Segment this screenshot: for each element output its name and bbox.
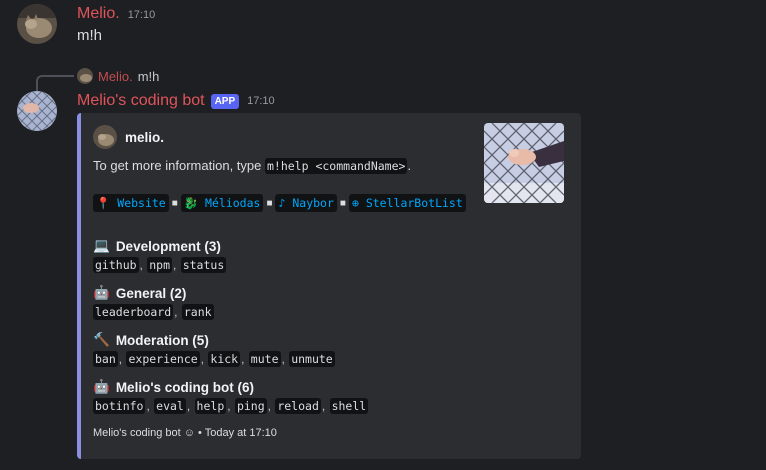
user-avatar[interactable] [17,4,57,44]
description-command: m!help <commandName> [264,158,408,174]
field-commands: leaderboard, rank [93,304,214,320]
field-title: General (2) [115,285,187,301]
command-tag: experience [126,351,200,367]
command-tag: leaderboard [93,304,174,320]
link-meliodas[interactable]: 🐉 Méliodas [180,194,264,212]
link-separator: ■ [266,197,273,209]
link-naybor[interactable]: ♪ Naybor [275,194,337,212]
command-tag: mute [248,351,281,367]
field-general: 🤖 General (2) leaderboard, rank [93,285,214,320]
command-tag: github [93,257,139,273]
embed-footer: Melio's coding bot ☺ • Today at 17:10 [93,427,277,439]
field-title: Moderation (5) [115,332,209,348]
field-bot: 🤖 Melio's coding bot (6) botinfo, eval, h… [93,379,369,414]
message-content: m!h [77,27,103,44]
bot-face-icon: 🤖 [93,379,110,394]
link-separator: ■ [171,197,178,209]
embed-thumbnail[interactable] [484,123,564,203]
message-timestamp: 17:10 [127,9,156,21]
embed-description: To get more information, type m!help <co… [93,158,412,174]
command-tag: help [194,398,227,414]
robot-icon: 🤖 [93,285,110,300]
command-tag: reload [275,398,321,414]
field-commands: github, npm, status [93,257,227,273]
field-commands: ban, experience, kick, mute, unmute [93,351,335,367]
link-label: Naybor [292,196,334,210]
field-development: 💻 Development (3) github, npm, status [93,238,227,273]
field-title: Melio's coding bot (6) [115,379,255,395]
command-tag: status [180,257,227,273]
link-label: Méliodas [205,196,261,210]
reply-connector [36,75,74,91]
field-commands: botinfo, eval, help, ping, reload, shell [93,398,369,414]
command-tag: ban [93,351,118,367]
embed-links: 📍 Website ■ 🐉 Méliodas ■ ♪ Naybor ■ ⊕ St… [93,194,466,212]
embed-author-name: melio. [125,129,165,145]
help-embed: melio. To get more information, type m!h… [77,113,581,459]
field-title: Development (3) [115,238,221,254]
description-suffix: . [407,158,412,173]
command-tag: botinfo [93,398,146,414]
music-note-icon: ♪ [278,196,286,210]
bot-timestamp: 17:10 [247,95,275,107]
command-tag: kick [208,351,241,367]
app-tag: APP [210,93,240,109]
field-moderation: 🔨 Moderation (5) ban, experience, kick, m… [93,332,335,367]
dragon-icon: 🐉 [183,196,199,210]
hammer-icon: 🔨 [93,332,110,347]
reply-avatar [77,68,93,84]
link-stellarbotlist[interactable]: ⊕ StellarBotList [348,194,466,212]
reply-content: m!h [137,68,160,84]
link-label: StellarBotList [365,196,463,210]
command-tag: unmute [289,351,335,367]
laptop-icon: 💻 [93,238,110,253]
command-tag: npm [147,257,173,273]
link-label: Website [117,196,166,210]
bot-username[interactable]: Melio's coding bot [77,92,205,110]
description-text: To get more information, type [93,158,265,173]
reply-preview[interactable]: Melio. m!h [77,68,159,84]
globe-icon: ⊕ [351,196,359,210]
reply-username[interactable]: Melio. [98,69,133,84]
command-tag: eval [154,398,186,414]
command-tag: rank [181,304,214,320]
link-separator: ■ [339,197,346,209]
bot-avatar[interactable] [17,91,57,131]
command-tag: ping [234,398,267,414]
command-tag: shell [329,398,369,414]
pin-icon: 📍 [96,196,111,210]
link-website[interactable]: 📍 Website [93,194,169,212]
embed-author: melio. [93,125,164,149]
embed-author-avatar [93,125,117,149]
message-username[interactable]: Melio. [77,5,120,23]
